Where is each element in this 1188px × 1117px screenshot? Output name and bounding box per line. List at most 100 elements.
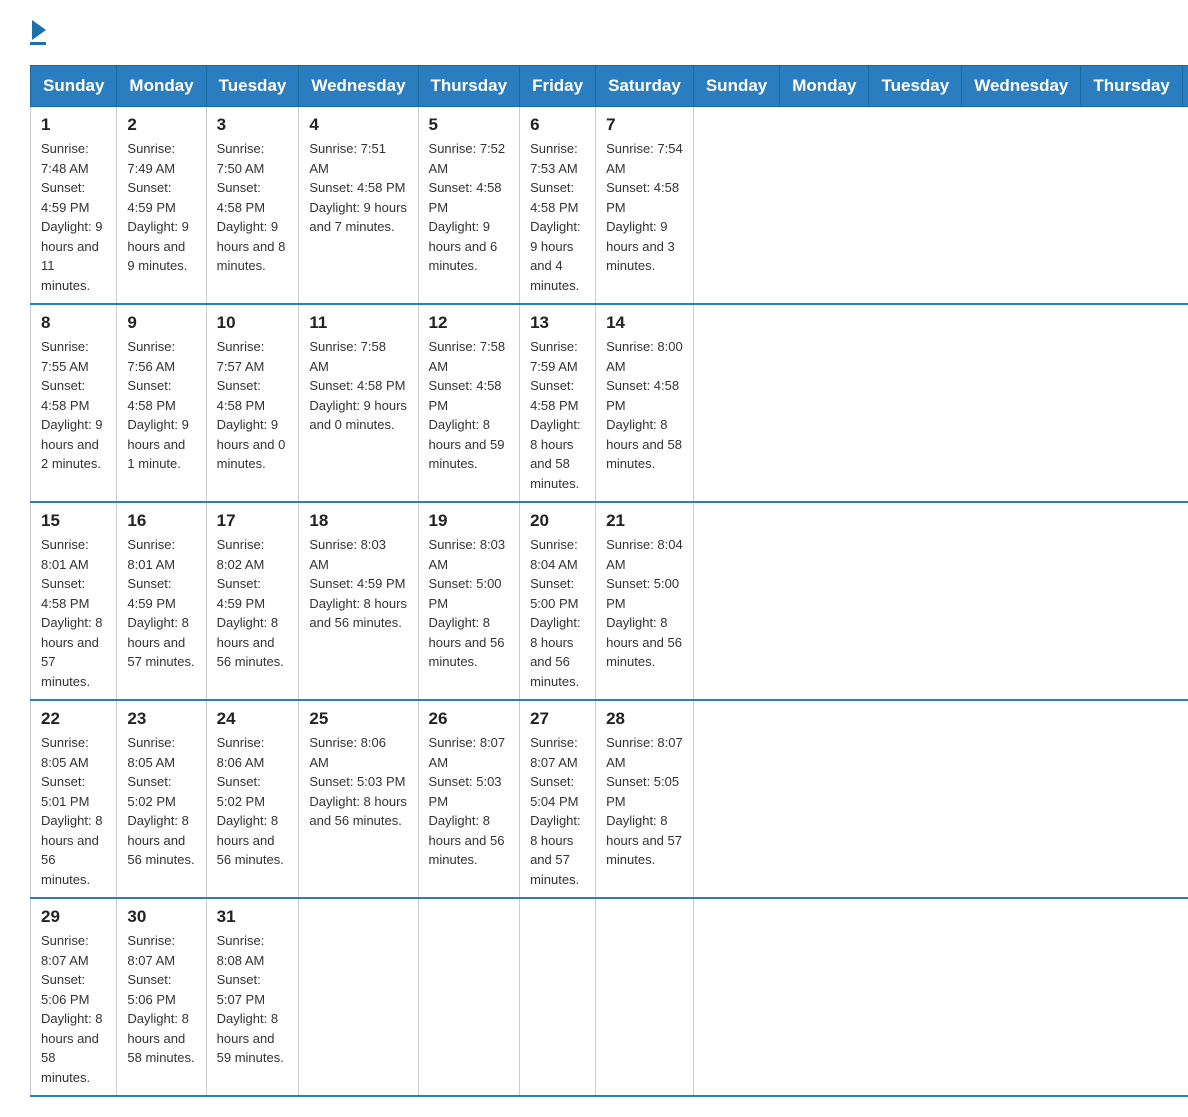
calendar-cell: 20 Sunrise: 8:04 AMSunset: 5:00 PMDaylig…: [520, 502, 596, 700]
calendar-header-row: SundayMondayTuesdayWednesdayThursdayFrid…: [31, 66, 1188, 107]
calendar-cell: 31 Sunrise: 8:08 AMSunset: 5:07 PMDaylig…: [206, 898, 299, 1096]
weekday-header-friday: Friday: [1182, 66, 1188, 107]
day-number: 16: [127, 511, 195, 531]
weekday-header-wednesday: Wednesday: [299, 66, 418, 107]
calendar-cell: [418, 898, 520, 1096]
day-info: Sunrise: 7:57 AMSunset: 4:58 PMDaylight:…: [217, 337, 289, 474]
day-info: Sunrise: 7:58 AMSunset: 4:58 PMDaylight:…: [429, 337, 510, 474]
calendar-week-row: 15 Sunrise: 8:01 AMSunset: 4:58 PMDaylig…: [31, 502, 1188, 700]
weekday-header-sunday: Sunday: [693, 66, 779, 107]
day-info: Sunrise: 7:54 AMSunset: 4:58 PMDaylight:…: [606, 139, 683, 276]
calendar-cell: 18 Sunrise: 8:03 AMSunset: 4:59 PMDaylig…: [299, 502, 418, 700]
day-number: 13: [530, 313, 585, 333]
day-number: 17: [217, 511, 289, 531]
calendar-cell: 28 Sunrise: 8:07 AMSunset: 5:05 PMDaylig…: [596, 700, 694, 898]
day-number: 7: [606, 115, 683, 135]
day-number: 1: [41, 115, 106, 135]
day-info: Sunrise: 8:01 AMSunset: 4:58 PMDaylight:…: [41, 535, 106, 691]
calendar-cell: 10 Sunrise: 7:57 AMSunset: 4:58 PMDaylig…: [206, 304, 299, 502]
calendar-cell: 23 Sunrise: 8:05 AMSunset: 5:02 PMDaylig…: [117, 700, 206, 898]
day-number: 29: [41, 907, 106, 927]
calendar-cell: 19 Sunrise: 8:03 AMSunset: 5:00 PMDaylig…: [418, 502, 520, 700]
day-number: 31: [217, 907, 289, 927]
day-info: Sunrise: 8:03 AMSunset: 5:00 PMDaylight:…: [429, 535, 510, 672]
calendar-cell: 16 Sunrise: 8:01 AMSunset: 4:59 PMDaylig…: [117, 502, 206, 700]
day-number: 21: [606, 511, 683, 531]
calendar-cell: 6 Sunrise: 7:53 AMSunset: 4:58 PMDayligh…: [520, 107, 596, 305]
day-number: 3: [217, 115, 289, 135]
day-info: Sunrise: 8:01 AMSunset: 4:59 PMDaylight:…: [127, 535, 195, 672]
logo-arrow-icon: [32, 20, 46, 40]
day-number: 12: [429, 313, 510, 333]
page-header: [30, 20, 1158, 45]
weekday-header-monday: Monday: [117, 66, 206, 107]
weekday-header-monday: Monday: [780, 66, 869, 107]
day-number: 14: [606, 313, 683, 333]
day-number: 25: [309, 709, 407, 729]
day-number: 8: [41, 313, 106, 333]
logo-blue-part: [30, 20, 46, 40]
day-number: 6: [530, 115, 585, 135]
day-info: Sunrise: 7:50 AMSunset: 4:58 PMDaylight:…: [217, 139, 289, 276]
day-info: Sunrise: 7:53 AMSunset: 4:58 PMDaylight:…: [530, 139, 585, 295]
day-info: Sunrise: 8:05 AMSunset: 5:02 PMDaylight:…: [127, 733, 195, 870]
day-info: Sunrise: 8:07 AMSunset: 5:04 PMDaylight:…: [530, 733, 585, 889]
day-number: 2: [127, 115, 195, 135]
day-number: 9: [127, 313, 195, 333]
logo: [30, 20, 46, 45]
calendar-table: SundayMondayTuesdayWednesdayThursdayFrid…: [30, 65, 1188, 1097]
calendar-cell: 15 Sunrise: 8:01 AMSunset: 4:58 PMDaylig…: [31, 502, 117, 700]
day-info: Sunrise: 8:06 AMSunset: 5:02 PMDaylight:…: [217, 733, 289, 870]
calendar-cell: [596, 898, 694, 1096]
calendar-week-row: 1 Sunrise: 7:48 AMSunset: 4:59 PMDayligh…: [31, 107, 1188, 305]
calendar-cell: 17 Sunrise: 8:02 AMSunset: 4:59 PMDaylig…: [206, 502, 299, 700]
calendar-week-row: 22 Sunrise: 8:05 AMSunset: 5:01 PMDaylig…: [31, 700, 1188, 898]
calendar-cell: 30 Sunrise: 8:07 AMSunset: 5:06 PMDaylig…: [117, 898, 206, 1096]
day-number: 10: [217, 313, 289, 333]
calendar-week-row: 8 Sunrise: 7:55 AMSunset: 4:58 PMDayligh…: [31, 304, 1188, 502]
day-info: Sunrise: 7:51 AMSunset: 4:58 PMDaylight:…: [309, 139, 407, 237]
day-info: Sunrise: 8:07 AMSunset: 5:06 PMDaylight:…: [127, 931, 195, 1068]
weekday-header-tuesday: Tuesday: [206, 66, 299, 107]
calendar-cell: 22 Sunrise: 8:05 AMSunset: 5:01 PMDaylig…: [31, 700, 117, 898]
calendar-cell: 12 Sunrise: 7:58 AMSunset: 4:58 PMDaylig…: [418, 304, 520, 502]
calendar-cell: 8 Sunrise: 7:55 AMSunset: 4:58 PMDayligh…: [31, 304, 117, 502]
calendar-cell: 26 Sunrise: 8:07 AMSunset: 5:03 PMDaylig…: [418, 700, 520, 898]
day-info: Sunrise: 7:49 AMSunset: 4:59 PMDaylight:…: [127, 139, 195, 276]
day-info: Sunrise: 8:05 AMSunset: 5:01 PMDaylight:…: [41, 733, 106, 889]
day-info: Sunrise: 8:02 AMSunset: 4:59 PMDaylight:…: [217, 535, 289, 672]
weekday-header-thursday: Thursday: [1081, 66, 1183, 107]
calendar-cell: [520, 898, 596, 1096]
day-info: Sunrise: 8:00 AMSunset: 4:58 PMDaylight:…: [606, 337, 683, 474]
calendar-cell: 1 Sunrise: 7:48 AMSunset: 4:59 PMDayligh…: [31, 107, 117, 305]
day-info: Sunrise: 7:52 AMSunset: 4:58 PMDaylight:…: [429, 139, 510, 276]
day-info: Sunrise: 7:59 AMSunset: 4:58 PMDaylight:…: [530, 337, 585, 493]
weekday-header-tuesday: Tuesday: [869, 66, 962, 107]
day-number: 26: [429, 709, 510, 729]
day-info: Sunrise: 8:04 AMSunset: 5:00 PMDaylight:…: [606, 535, 683, 672]
day-info: Sunrise: 7:48 AMSunset: 4:59 PMDaylight:…: [41, 139, 106, 295]
weekday-header-saturday: Saturday: [596, 66, 694, 107]
day-number: 28: [606, 709, 683, 729]
calendar-cell: 7 Sunrise: 7:54 AMSunset: 4:58 PMDayligh…: [596, 107, 694, 305]
calendar-cell: 24 Sunrise: 8:06 AMSunset: 5:02 PMDaylig…: [206, 700, 299, 898]
day-info: Sunrise: 8:03 AMSunset: 4:59 PMDaylight:…: [309, 535, 407, 633]
day-number: 27: [530, 709, 585, 729]
calendar-cell: 21 Sunrise: 8:04 AMSunset: 5:00 PMDaylig…: [596, 502, 694, 700]
weekday-header-friday: Friday: [520, 66, 596, 107]
calendar-cell: 27 Sunrise: 8:07 AMSunset: 5:04 PMDaylig…: [520, 700, 596, 898]
day-info: Sunrise: 8:07 AMSunset: 5:05 PMDaylight:…: [606, 733, 683, 870]
day-info: Sunrise: 8:06 AMSunset: 5:03 PMDaylight:…: [309, 733, 407, 831]
calendar-cell: 11 Sunrise: 7:58 AMSunset: 4:58 PMDaylig…: [299, 304, 418, 502]
day-info: Sunrise: 7:55 AMSunset: 4:58 PMDaylight:…: [41, 337, 106, 474]
day-info: Sunrise: 7:58 AMSunset: 4:58 PMDaylight:…: [309, 337, 407, 435]
calendar-cell: 29 Sunrise: 8:07 AMSunset: 5:06 PMDaylig…: [31, 898, 117, 1096]
calendar-cell: 3 Sunrise: 7:50 AMSunset: 4:58 PMDayligh…: [206, 107, 299, 305]
day-number: 20: [530, 511, 585, 531]
day-info: Sunrise: 8:04 AMSunset: 5:00 PMDaylight:…: [530, 535, 585, 691]
weekday-header-sunday: Sunday: [31, 66, 117, 107]
day-number: 15: [41, 511, 106, 531]
day-info: Sunrise: 8:07 AMSunset: 5:03 PMDaylight:…: [429, 733, 510, 870]
calendar-cell: 5 Sunrise: 7:52 AMSunset: 4:58 PMDayligh…: [418, 107, 520, 305]
calendar-cell: 2 Sunrise: 7:49 AMSunset: 4:59 PMDayligh…: [117, 107, 206, 305]
